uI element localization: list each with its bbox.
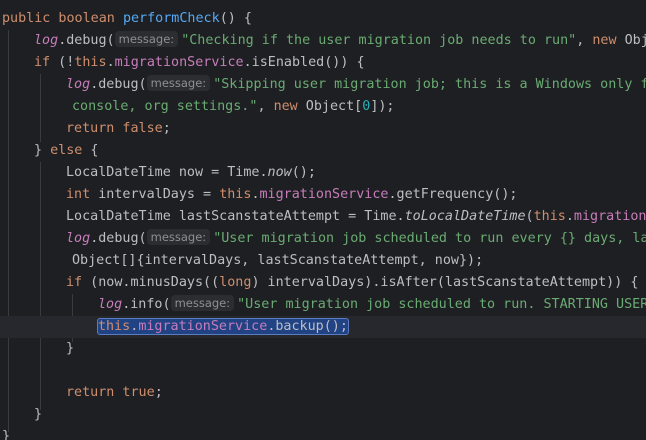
code-line[interactable]: } bbox=[2, 426, 10, 440]
parameter-hint: message: bbox=[146, 75, 211, 91]
parameter-hint: message: bbox=[170, 295, 235, 311]
indent-guide bbox=[40, 74, 41, 142]
code-line[interactable]: if (!this.migrationService.isEnabled()) … bbox=[34, 52, 365, 74]
code-line[interactable]: log.info(message: "User migration job sch… bbox=[98, 294, 646, 316]
indent-guide bbox=[8, 30, 9, 432]
code-line[interactable]: Object[]{intervalDays, lastScanstateAtte… bbox=[72, 250, 483, 272]
code-line[interactable]: console, org settings.", new Object[0]); bbox=[72, 96, 395, 118]
code-line[interactable]: log.debug(message: "Skipping user migrati… bbox=[66, 74, 646, 96]
parameter-hint: message: bbox=[114, 31, 179, 47]
code-line[interactable]: LocalDateTime lastScanstateAttempt = Tim… bbox=[66, 206, 646, 228]
code-line[interactable]: int intervalDays = this.migrationService… bbox=[66, 184, 518, 206]
code-line[interactable]: } else { bbox=[34, 140, 99, 162]
code-line[interactable]: if (now.minusDays((long) intervalDays).i… bbox=[66, 272, 638, 294]
parameter-hint: message: bbox=[146, 229, 211, 245]
code-line[interactable]: LocalDateTime now = Time.now(); bbox=[66, 162, 316, 184]
code-line[interactable]: log.debug(message: "User migration job sc… bbox=[66, 228, 646, 250]
code-line[interactable]: log.debug(message: "Checking if the user … bbox=[34, 30, 646, 52]
code-line-selected[interactable]: this.migrationService.backup(); bbox=[97, 316, 349, 338]
code-line[interactable]: } bbox=[66, 338, 74, 360]
indent-guide bbox=[40, 162, 41, 410]
code-editor[interactable]: public boolean performCheck() { log.debu… bbox=[0, 0, 646, 440]
code-line[interactable]: } bbox=[34, 404, 42, 426]
code-line[interactable]: return true; bbox=[66, 382, 163, 404]
text-selection[interactable]: this.migrationService.backup(); bbox=[97, 318, 349, 335]
code-line[interactable]: public boolean performCheck() { bbox=[2, 8, 252, 30]
code-line[interactable]: return false; bbox=[66, 118, 171, 140]
